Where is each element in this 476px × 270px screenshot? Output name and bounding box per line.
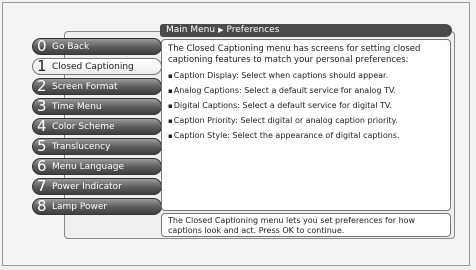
breadcrumb: Main Menu ▶ Preferences bbox=[160, 24, 452, 37]
list-item: ▪Digital Captions: Select a default serv… bbox=[168, 100, 444, 112]
bullet-icon: ▪ bbox=[168, 72, 173, 80]
menu-item-label: Translucency bbox=[52, 141, 111, 152]
menu-item-label: Screen Format bbox=[52, 81, 118, 92]
description-panel: The Closed Captioning menu has screens f… bbox=[161, 39, 451, 211]
menu-item-menu-language[interactable]: 6 Menu Language bbox=[32, 158, 162, 175]
menu-item-number: 3 bbox=[37, 97, 47, 115]
menu-item-screen-format[interactable]: 2 Screen Format bbox=[32, 78, 162, 95]
menu-item-number: 5 bbox=[37, 137, 47, 155]
menu-item-time-menu[interactable]: 3 Time Menu bbox=[32, 98, 162, 115]
menu-item-number: 1 bbox=[37, 57, 47, 75]
breadcrumb-root: Main Menu bbox=[166, 25, 216, 35]
bullet-icon: ▪ bbox=[168, 87, 173, 95]
list-item: ▪Caption Priority: Select digital or ana… bbox=[168, 115, 444, 127]
help-text: The Closed Captioning menu lets you set … bbox=[168, 216, 416, 235]
feature-list: ▪Caption Display: Select when captions s… bbox=[168, 70, 444, 142]
list-item-text: Caption Priority: Select digital or anal… bbox=[173, 116, 398, 125]
menu-item-number: 6 bbox=[37, 157, 47, 175]
menu-item-number: 2 bbox=[37, 77, 47, 95]
menu-item-label: Go Back bbox=[52, 41, 90, 52]
menu-item-go-back[interactable]: 0 Go Back bbox=[32, 38, 162, 55]
menu-item-number: 7 bbox=[37, 177, 47, 195]
list-item-text: Caption Style: Select the appearance of … bbox=[173, 131, 400, 140]
menu-item-lamp-power[interactable]: 8 Lamp Power bbox=[32, 198, 162, 215]
menu-item-label: Closed Captioning bbox=[52, 61, 134, 72]
menu-item-label: Time Menu bbox=[52, 101, 102, 112]
breadcrumb-arrow-icon: ▶ bbox=[218, 26, 224, 34]
breadcrumb-current: Preferences bbox=[226, 25, 280, 35]
help-text-box: The Closed Captioning menu lets you set … bbox=[161, 213, 451, 237]
menu-item-power-indicator[interactable]: 7 Power Indicator bbox=[32, 178, 162, 195]
menu-item-number: 0 bbox=[37, 37, 47, 55]
bullet-icon: ▪ bbox=[168, 117, 173, 125]
list-item: ▪Caption Display: Select when captions s… bbox=[168, 70, 444, 82]
main-menu: 0 Go Back 1 Closed Captioning 2 Screen F… bbox=[32, 38, 162, 215]
list-item-text: Analog Captions: Select a default servic… bbox=[173, 86, 396, 95]
menu-item-label: Color Scheme bbox=[52, 121, 115, 132]
list-item: ▪Analog Captions: Select a default servi… bbox=[168, 85, 444, 97]
menu-item-translucency[interactable]: 5 Translucency bbox=[32, 138, 162, 155]
menu-item-number: 4 bbox=[37, 117, 47, 135]
list-item-text: Caption Display: Select when captions sh… bbox=[173, 71, 389, 80]
bullet-icon: ▪ bbox=[168, 102, 173, 110]
menu-item-label: Menu Language bbox=[52, 161, 124, 172]
menu-item-label: Power Indicator bbox=[52, 181, 122, 192]
menu-item-number: 8 bbox=[37, 197, 47, 215]
menu-item-color-scheme[interactable]: 4 Color Scheme bbox=[32, 118, 162, 135]
list-item-text: Digital Captions: Select a default servi… bbox=[173, 101, 392, 110]
list-item: ▪Caption Style: Select the appearance of… bbox=[168, 130, 444, 142]
menu-item-label: Lamp Power bbox=[52, 201, 108, 212]
description-intro: The Closed Captioning menu has screens f… bbox=[168, 44, 421, 65]
bullet-icon: ▪ bbox=[168, 132, 173, 140]
menu-item-closed-captioning[interactable]: 1 Closed Captioning bbox=[32, 58, 162, 75]
